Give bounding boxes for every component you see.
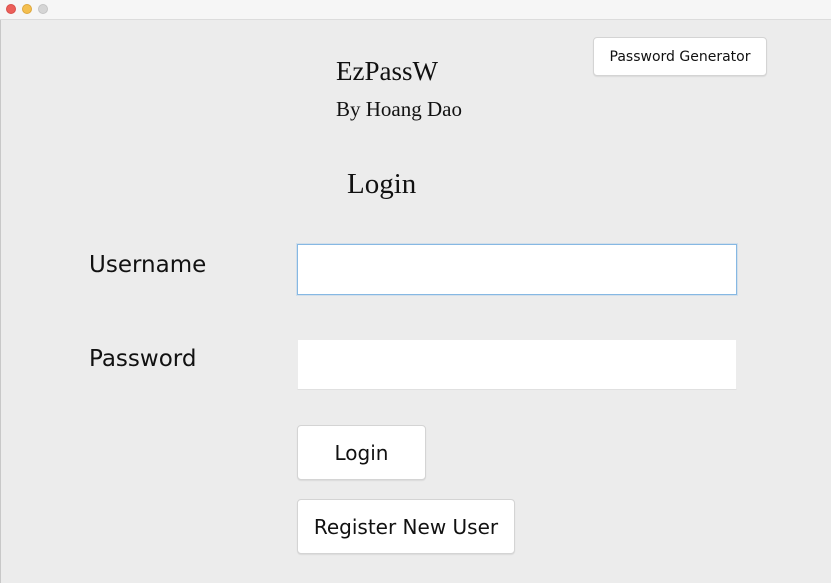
username-label: Username [89, 252, 207, 278]
register-new-user-button[interactable]: Register New User [297, 499, 515, 554]
minimize-button[interactable] [22, 4, 32, 14]
app-window: EzPassW By Hoang Dao Password Generator … [0, 0, 831, 583]
app-title: EzPassW [336, 56, 438, 86]
login-heading: Login [347, 168, 417, 200]
close-button[interactable] [6, 4, 16, 14]
password-label: Password [89, 346, 197, 372]
password-generator-button[interactable]: Password Generator [593, 37, 767, 76]
maximize-button[interactable] [38, 4, 48, 14]
login-button[interactable]: Login [297, 425, 426, 480]
password-input[interactable] [297, 339, 737, 390]
app-author: By Hoang Dao [336, 97, 462, 121]
title-bar [0, 0, 831, 20]
window-border [0, 20, 1, 583]
username-input[interactable] [297, 244, 737, 295]
